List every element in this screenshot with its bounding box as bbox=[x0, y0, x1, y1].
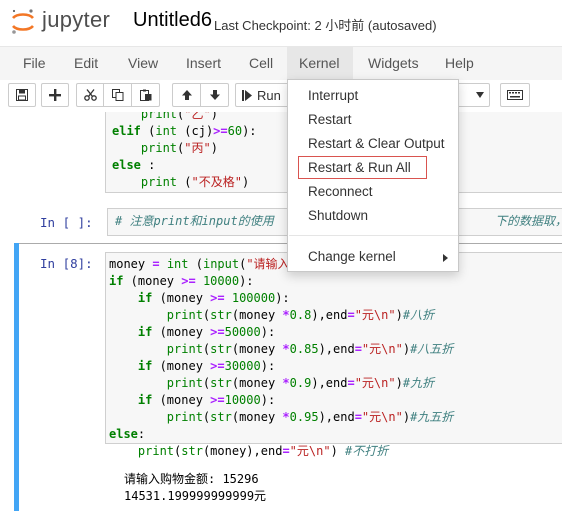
cell-3-output: 请输入购物金额: 15296 14531.199999999999元 bbox=[124, 471, 266, 505]
code-line: print(str(money *0.95),end="元\n")#九五折 bbox=[166, 410, 454, 424]
cut-button[interactable] bbox=[76, 83, 104, 107]
move-up-button[interactable] bbox=[172, 83, 201, 107]
code-comment-tail: 下的数据取，不用 bbox=[495, 214, 562, 228]
code-line: print("乙") bbox=[140, 112, 218, 121]
code-line: if (money >=10000): bbox=[137, 393, 276, 407]
code-line: elif (int (cj)>=60): bbox=[112, 124, 257, 138]
code-line: else : bbox=[112, 158, 156, 172]
caret-right-icon bbox=[443, 254, 448, 262]
code-line: money = int (input("请输入 bbox=[109, 257, 290, 271]
menu-file[interactable]: File bbox=[12, 47, 57, 81]
code-cell-2-source: # 注意print和input的使用 bbox=[115, 213, 274, 230]
menu-item-reconnect[interactable]: Reconnect bbox=[288, 181, 458, 203]
save-button[interactable] bbox=[8, 83, 36, 107]
menu-item-change-kernel[interactable]: Change kernel bbox=[288, 246, 458, 268]
command-palette-button[interactable] bbox=[500, 83, 530, 107]
menu-item-restart-clear-output[interactable]: Restart & Clear Output bbox=[288, 133, 458, 155]
menu-item-shutdown[interactable]: Shutdown bbox=[288, 205, 458, 227]
code-line: else: bbox=[109, 427, 146, 441]
menu-kernel[interactable]: Kernel bbox=[287, 47, 353, 81]
insert-cell-button[interactable] bbox=[41, 83, 69, 107]
jupyter-brand[interactable]: jupyter bbox=[42, 7, 110, 33]
save-icon bbox=[16, 89, 28, 101]
step-forward-icon bbox=[242, 89, 252, 101]
menu-edit[interactable]: Edit bbox=[63, 47, 109, 81]
menu-item-restart-run-all[interactable]: Restart & Run All bbox=[288, 157, 458, 179]
code-line: if (money >=30000): bbox=[137, 359, 276, 373]
code-line: print(str(money *0.8),end="元\n")#八折 bbox=[166, 308, 435, 322]
code-line: print ("不及格") bbox=[140, 175, 250, 189]
arrow-down-icon bbox=[209, 90, 220, 100]
copy-button[interactable] bbox=[103, 83, 132, 107]
paste-button[interactable] bbox=[131, 83, 160, 107]
toolbar: Run bbox=[0, 80, 562, 112]
code-line: print("丙") bbox=[140, 141, 218, 155]
menu-divider bbox=[289, 235, 458, 236]
notebook-area: print("乙") elif (int (cj)>=60): print("丙… bbox=[0, 112, 562, 511]
paste-icon bbox=[139, 89, 151, 101]
code-cell-3-source: money = int (input("请输入 if (money >= 100… bbox=[109, 256, 453, 460]
checkpoint-status: Last Checkpoint: 2 小时前 (autosaved) bbox=[214, 18, 437, 33]
move-down-button[interactable] bbox=[200, 83, 229, 107]
code-comment: # 注意print和input的使用 bbox=[115, 214, 274, 228]
output-line: 请输入购物金额: 15296 bbox=[124, 472, 259, 486]
kernel-dropdown-menu: Interrupt Restart Restart & Clear Output… bbox=[287, 79, 459, 272]
menu-item-restart[interactable]: Restart bbox=[288, 109, 458, 131]
notebook-title[interactable]: Untitled6 bbox=[133, 9, 212, 32]
menubar: File Edit View Insert Cell Kernel Widget… bbox=[0, 46, 562, 82]
arrow-up-icon bbox=[181, 90, 192, 100]
menu-view[interactable]: View bbox=[117, 47, 169, 81]
keyboard-icon bbox=[507, 90, 523, 100]
menu-help[interactable]: Help bbox=[434, 47, 485, 81]
jupyter-logo-icon[interactable] bbox=[10, 7, 36, 37]
cell-3-prompt: In [8]: bbox=[40, 256, 93, 271]
code-line: print(str(money *0.85),end="元\n")#八五折 bbox=[166, 342, 454, 356]
code-line: if (money >= 10000): bbox=[109, 274, 254, 288]
caret-down-icon bbox=[476, 92, 484, 98]
cell-2-prompt: In [ ]: bbox=[40, 215, 93, 230]
selected-cell-bar bbox=[14, 243, 19, 511]
scissors-icon bbox=[83, 89, 97, 101]
code-cell-3[interactable]: money = int (input("请输入 if (money >= 100… bbox=[105, 252, 562, 458]
code-line: print(str(money *0.9),end="元\n")#九折 bbox=[166, 376, 435, 390]
menu-cell[interactable]: Cell bbox=[238, 47, 284, 81]
code-line: if (money >=50000): bbox=[137, 325, 276, 339]
menu-widgets[interactable]: Widgets bbox=[357, 47, 430, 81]
copy-icon bbox=[111, 89, 123, 101]
run-button[interactable]: Run bbox=[235, 83, 289, 107]
code-cell-1-source: print("乙") elif (int (cj)>=60): print("丙… bbox=[112, 112, 257, 191]
menu-item-interrupt[interactable]: Interrupt bbox=[288, 85, 458, 107]
plus-icon bbox=[49, 89, 61, 101]
code-line: print(str(money),end="元\n") #不打折 bbox=[137, 444, 389, 458]
menu-insert[interactable]: Insert bbox=[175, 47, 232, 81]
run-label: Run bbox=[257, 87, 281, 103]
code-line: if (money >= 100000): bbox=[137, 291, 290, 305]
code-cell-2-source-tail: 下的数据取，不用 bbox=[495, 213, 562, 230]
header: jupyter Untitled6 Last Checkpoint: 2 小时前… bbox=[0, 0, 562, 46]
output-line: 14531.199999999999元 bbox=[124, 489, 267, 503]
cell-type-select[interactable] bbox=[455, 83, 490, 107]
